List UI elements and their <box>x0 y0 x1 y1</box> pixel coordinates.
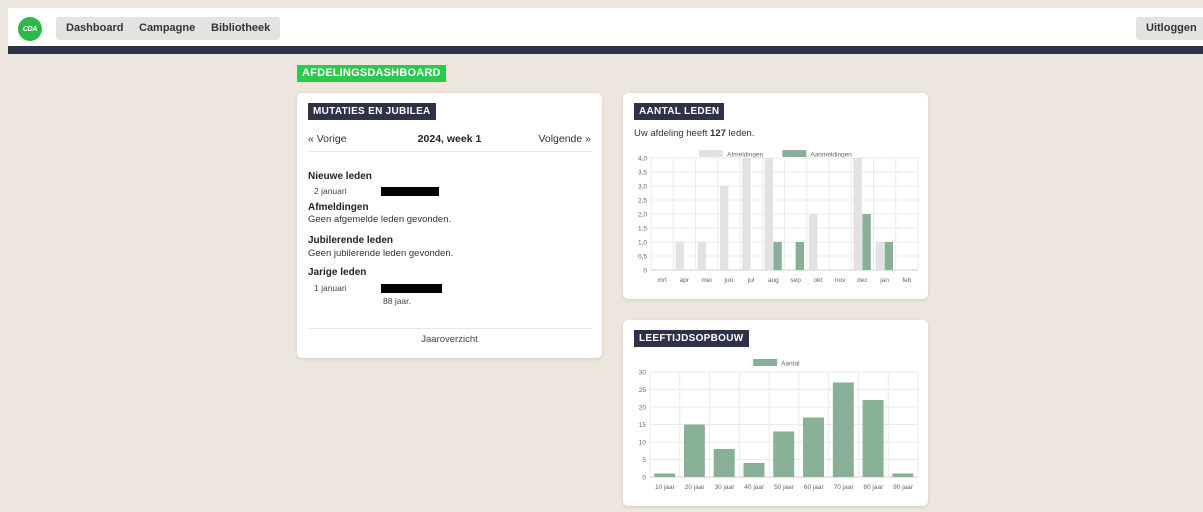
nieuwe-leden-date: 2 januari <box>314 186 347 196</box>
legend-label: Aanmeldingen <box>810 152 852 159</box>
jarige-leden-age: 88 jaar. <box>383 296 411 306</box>
bar <box>719 186 729 270</box>
bar <box>675 242 684 270</box>
x-tick-label: mrt <box>657 277 667 284</box>
bar <box>832 382 854 477</box>
leeftijd-card: LEEFTIJDSOPBOUW Aantal 0 5 10 15 20 25 30 10 jaa… <box>623 320 928 506</box>
bar <box>742 158 751 270</box>
bar <box>892 473 914 477</box>
y-tick-label: 30 <box>639 370 647 377</box>
x-tick-label: 90 jaar <box>893 484 914 491</box>
x-tick-label: apr <box>680 277 690 284</box>
cda-logo[interactable]: CDA <box>18 17 42 41</box>
membership-bar-chart: Afmeldingen Aanmeldingen 0 0,5 1,0 1,5 2,0 2,5 3… <box>638 150 919 284</box>
x-tick-label: jan <box>879 277 889 284</box>
bar <box>743 463 765 477</box>
y-tick-label: 10 <box>639 440 647 447</box>
nav-bibliotheek-button[interactable]: Bibliotheek <box>201 17 281 40</box>
legend-swatch <box>699 150 724 157</box>
bar <box>713 449 735 477</box>
legend-swatch <box>782 150 807 157</box>
legend-swatch <box>753 359 778 366</box>
x-tick-label: nov <box>835 277 846 284</box>
y-tick-label: 2,0 <box>638 212 647 219</box>
divider <box>308 151 591 152</box>
y-tick-label: 15 <box>639 422 647 429</box>
y-tick-label: 0,5 <box>638 254 647 261</box>
x-tick-label: feb <box>902 277 911 284</box>
y-tick-label: 5 <box>642 457 646 464</box>
bar <box>808 214 818 270</box>
redacted-name <box>381 284 442 293</box>
y-tick-label: 0 <box>643 268 647 275</box>
top-navbar: CDA Dashboard Campagne Bibliotheek Uitlo… <box>8 8 1203 54</box>
jubilerende-heading: Jubilerende leden <box>308 235 394 246</box>
x-tick-label: dec <box>857 277 868 284</box>
nieuwe-leden-heading: Nieuwe leden <box>308 171 372 182</box>
x-tick-label: jul <box>747 277 755 284</box>
x-tick-label: jun <box>724 277 734 284</box>
nav-dashboard-button[interactable]: Dashboard <box>56 17 134 40</box>
x-tick-label: aug <box>768 277 779 284</box>
jarige-leden-date: 1 januari <box>314 283 347 293</box>
y-tick-label: 4,0 <box>638 156 647 163</box>
y-tick-label: 1,5 <box>638 226 647 233</box>
y-tick-label: 2,5 <box>638 198 647 205</box>
mutaties-card: MUTATIES EN JUBILEA 2024, week 1 « Vorig… <box>297 93 602 358</box>
aantal-leden-card-title: AANTAL LEDEN <box>634 103 725 120</box>
afmeldingen-empty-text: Geen afgemelde leden gevonden. <box>308 214 452 225</box>
bar <box>803 417 824 477</box>
bar <box>884 242 894 270</box>
bar <box>697 242 707 270</box>
member-count-text: Uw afdeling heeft 127 leden. <box>634 128 755 139</box>
afmeldingen-heading: Afmeldingen <box>308 202 369 213</box>
previous-week-link[interactable]: « Vorige <box>308 133 347 145</box>
age-bar-chart: Aantal 0 5 10 15 20 25 30 10 jaar 20 jaar 30 jaar 4… <box>639 359 919 491</box>
y-tick-label: 25 <box>639 387 647 394</box>
bar <box>773 431 795 477</box>
page-title: AFDELINGSDASHBOARD <box>297 65 446 82</box>
x-tick-label: sep <box>790 277 801 284</box>
jarige-leden-heading: Jarige leden <box>308 267 367 278</box>
x-tick-label: 40 jaar <box>744 484 765 491</box>
bar <box>683 424 705 477</box>
x-tick-label: 30 jaar <box>715 484 736 491</box>
x-tick-label: okt <box>814 277 823 284</box>
bar <box>853 158 862 270</box>
mutaties-card-title: MUTATIES EN JUBILEA <box>308 103 436 120</box>
bar <box>764 158 773 270</box>
logout-button[interactable]: Uitloggen <box>1136 17 1203 40</box>
leeftijd-card-title: LEEFTIJDSOPBOUW <box>634 330 749 347</box>
jaaroverzicht-link[interactable]: Jaaroverzicht <box>297 334 602 345</box>
y-tick-label: 20 <box>639 405 647 412</box>
x-tick-label: 70 jaar <box>834 484 855 491</box>
y-tick-label: 0 <box>642 475 646 482</box>
week-navigation: 2024, week 1 « Vorige Volgende » <box>308 133 591 151</box>
bar <box>862 400 884 477</box>
legend-label: Aantal <box>781 361 800 368</box>
x-tick-label: 10 jaar <box>655 484 676 491</box>
bar <box>773 242 782 270</box>
aantal-leden-card: AANTAL LEDEN Uw afdeling heeft 127 leden… <box>623 93 928 299</box>
jubilerende-empty-text: Geen jubilerende leden gevonden. <box>308 248 454 259</box>
x-tick-label: 50 jaar <box>774 484 795 491</box>
divider <box>308 328 591 329</box>
x-tick-label: 60 jaar <box>804 484 825 491</box>
bar <box>654 473 676 477</box>
y-tick-label: 3,0 <box>638 184 647 191</box>
y-tick-label: 3,5 <box>638 170 647 177</box>
x-tick-label: 20 jaar <box>685 484 706 491</box>
y-tick-label: 1,0 <box>638 240 647 247</box>
bar <box>862 214 871 270</box>
x-tick-label: 80 jaar <box>863 484 884 491</box>
nav-campagne-button[interactable]: Campagne <box>129 17 206 40</box>
redacted-name <box>381 187 439 196</box>
x-tick-label: mei <box>701 277 711 284</box>
bar <box>875 242 885 270</box>
legend-label: Afmeldingen <box>727 152 764 159</box>
member-count: 127 <box>710 128 726 139</box>
bar <box>795 242 805 270</box>
next-week-link[interactable]: Volgende » <box>538 133 591 145</box>
